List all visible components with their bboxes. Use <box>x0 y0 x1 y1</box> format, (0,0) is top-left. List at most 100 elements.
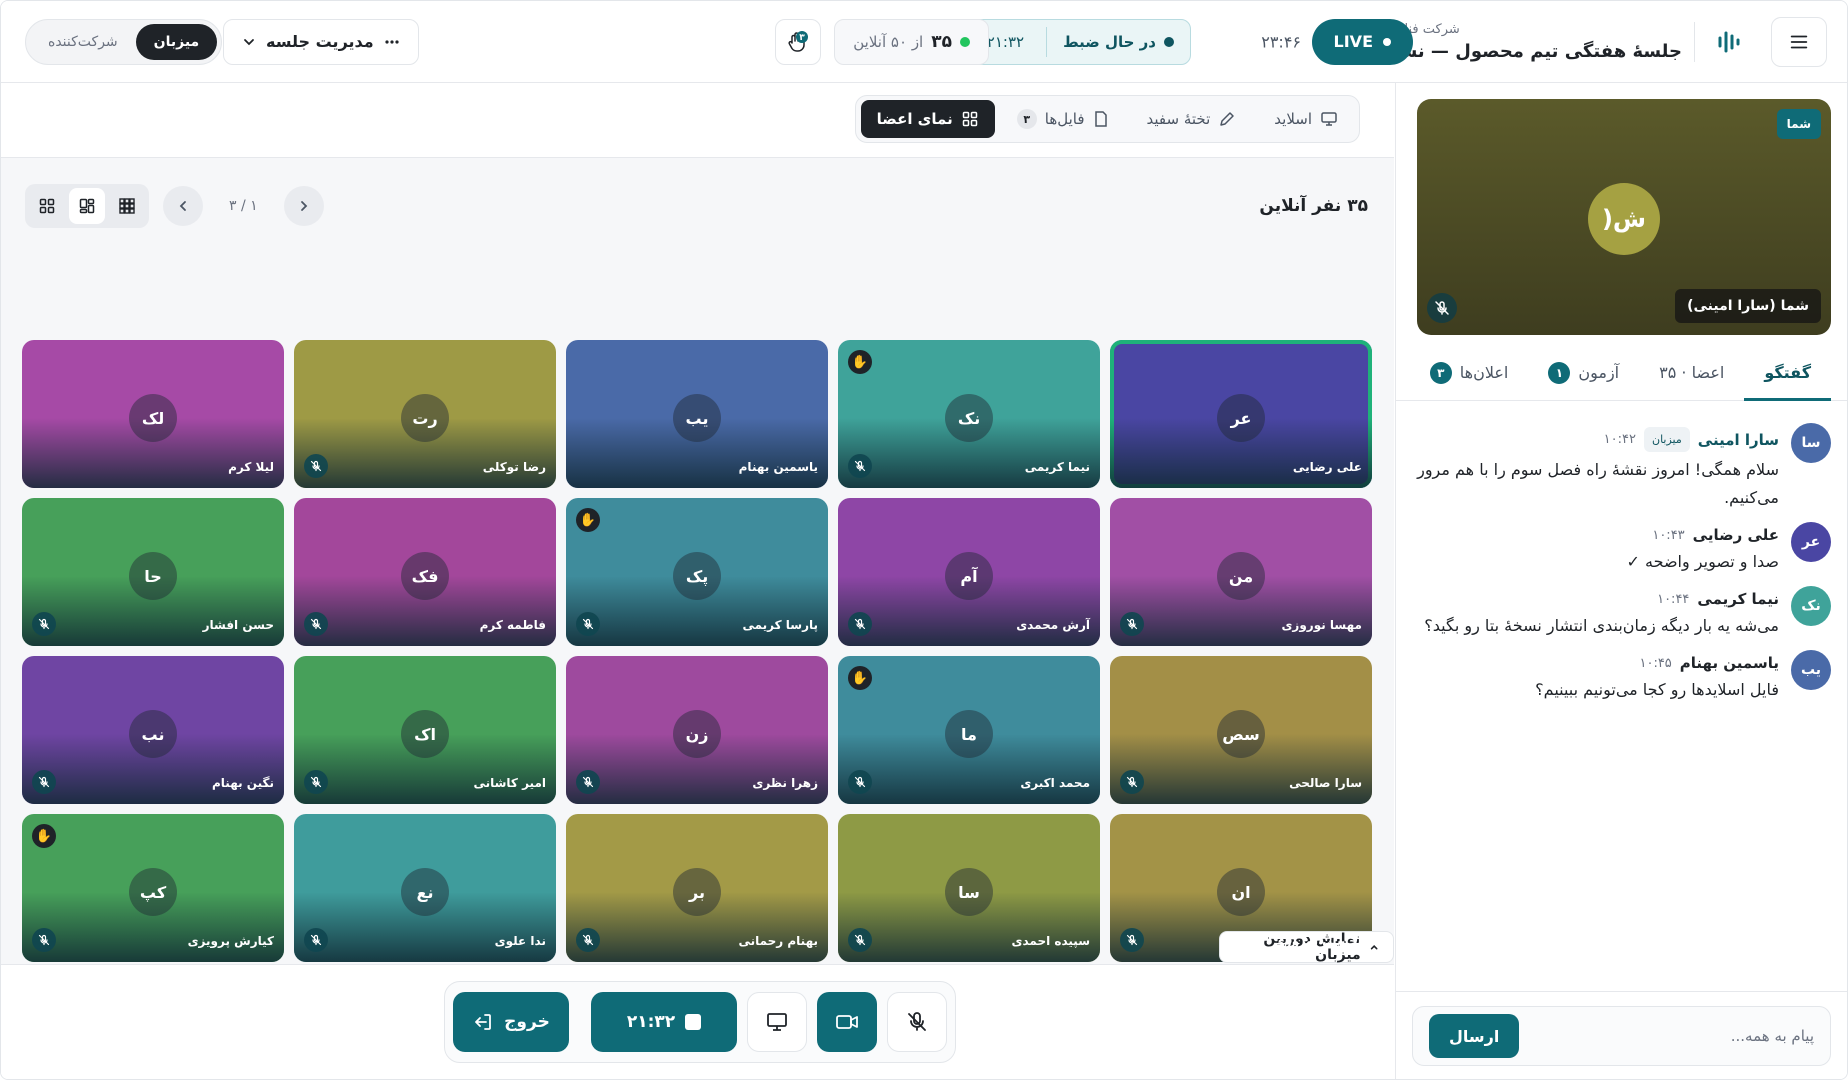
participant-tile[interactable]: نک نیما کریمی ✋ <box>838 340 1100 488</box>
participant-tile[interactable]: من مهسا نوروزی <box>1110 498 1372 646</box>
role-host-option[interactable]: میزبان <box>135 23 218 60</box>
monitor-icon <box>1321 112 1337 126</box>
tab-quiz[interactable]: آزمون ۱ <box>1528 345 1639 400</box>
participant-avatar: ان <box>1217 868 1265 916</box>
participant-tile[interactable]: رت رضا توکلی <box>294 340 556 488</box>
participant-mic-off <box>576 770 600 794</box>
online-suffix: از ۵۰ آنلاین <box>853 32 924 51</box>
tab-whiteboard[interactable]: تختهٔ سفید <box>1131 100 1253 138</box>
video-camera-icon <box>836 1015 858 1029</box>
participant-mic-off <box>576 928 600 952</box>
participant-name: مهسا نوروزی <box>1281 618 1362 632</box>
participant-tile[interactable]: ما محمد اکبری ✋ <box>838 656 1100 804</box>
layout-speaker[interactable] <box>69 188 105 224</box>
mic-off-icon <box>1126 776 1138 788</box>
page-indicator: ۱ / ۳ <box>229 198 258 214</box>
tab-files[interactable]: فایل‌ها ۳ <box>1001 100 1125 138</box>
send-button[interactable]: ارسال <box>1429 1014 1520 1058</box>
session-manage-button[interactable]: مدیریت جلسه <box>223 18 419 65</box>
participant-avatar: نب <box>129 710 177 758</box>
chat-meta: یاسمین بهنام ۱۰:۴۵ <box>1412 654 1779 672</box>
participant-name: حسن افشار <box>202 618 274 632</box>
participant-mic-off <box>304 928 328 952</box>
screen-share-button[interactable] <box>747 992 807 1052</box>
participant-tile[interactable]: نب نگین بهنام <box>22 656 284 804</box>
participant-mic-off <box>848 454 872 478</box>
mic-off-icon <box>1126 618 1138 630</box>
mic-off-icon <box>38 776 50 788</box>
tab-members-view[interactable]: نمای اعضا <box>860 100 995 138</box>
participant-mic-off <box>848 612 872 636</box>
chat-message: نک نیما کریمی ۱۰:۴۴ می‌شه یه بار دیگه زمان‌… <box>1412 586 1831 640</box>
self-name-tag: شما (سارا امینی) <box>1675 289 1821 323</box>
chat-text: می‌شه یه بار دیگه زمان‌بندی انتشار نسخهٔ… <box>1424 616 1779 635</box>
participant-avatar: حا <box>129 552 177 600</box>
participant-tile[interactable]: سا سپیده احمدی <box>838 814 1100 962</box>
participant-name: سپیده احمدی <box>1011 934 1090 948</box>
call-control-bar: خروج ۲۱:۳۲ <box>444 981 956 1063</box>
chat-author: سارا امینی <box>1697 430 1779 449</box>
mic-off-icon <box>582 618 594 630</box>
participant-mic-off <box>32 928 56 952</box>
layout-grid-9[interactable] <box>109 188 145 224</box>
live-badge: LIVE <box>1311 18 1413 65</box>
chevron-down-icon <box>244 38 254 45</box>
chat-meta: نیما کریمی ۱۰:۴۴ <box>1412 590 1779 608</box>
participant-name: پارسا کریمی <box>742 618 818 632</box>
tab-announcements[interactable]: اعلان‌ها ۳ <box>1410 345 1529 400</box>
raised-hand-indicator: ✋ <box>848 350 872 374</box>
participant-grid: عر علی رضایی نک نیما کریمی ✋ یب یاسمین بهنام رت… <box>22 340 1372 962</box>
participant-tile[interactable]: پک پارسا کریمی ✋ <box>566 498 828 646</box>
mic-off-icon <box>310 618 322 630</box>
prev-page-button[interactable] <box>283 186 324 226</box>
menu-button[interactable] <box>1771 16 1827 67</box>
participant-tile[interactable]: فک فاطمه کرم <box>294 498 556 646</box>
participant-tile[interactable]: بر بهنام رحمانی <box>566 814 828 962</box>
chat-avatar: عر <box>1791 522 1831 562</box>
tab-slides[interactable]: اسلاید <box>1258 100 1354 138</box>
online-dot <box>960 36 970 47</box>
chat-message-body: سارا امینی میزبان ۱۰:۴۲ سلام همگی! امروز نق… <box>1412 423 1779 512</box>
participant-tile[interactable]: زن زهرا نظری <box>566 656 828 804</box>
participant-tile[interactable]: نع ندا علوی <box>294 814 556 962</box>
participant-tile[interactable]: کپ کیارش پرویزی ✋ <box>22 814 284 962</box>
participants-stage: ۳۵ نفر آنلاین ۱ / ۳ عر علی رضایی نک نیما… <box>1 157 1394 965</box>
tab-members-label: اعضا · ۳۵ <box>1659 363 1725 382</box>
next-page-button[interactable] <box>163 186 203 226</box>
recording-label: در حال ضبط <box>1063 32 1156 51</box>
self-mic-off-indicator <box>1427 293 1457 323</box>
leave-button[interactable]: خروج <box>453 992 569 1052</box>
participant-name: فاطمه کرم <box>479 618 546 632</box>
raised-hands-button[interactable]: ۳ <box>775 18 821 65</box>
tab-chat[interactable]: گفتگو <box>1744 345 1831 401</box>
stop-recording-button[interactable]: ۲۱:۳۲ <box>591 992 737 1052</box>
participant-tile[interactable]: یب یاسمین بهنام <box>566 340 828 488</box>
participant-mic-off <box>576 612 600 636</box>
participant-tile[interactable]: اک امیر کاشانی <box>294 656 556 804</box>
participant-tile[interactable]: سص سارا صالحی <box>1110 656 1372 804</box>
chat-input[interactable]: پیام به همه... <box>1731 1027 1814 1045</box>
tab-members[interactable]: اعضا · ۳۵ <box>1639 345 1744 400</box>
participant-name: ندا علوی <box>494 934 546 948</box>
chat-message-list: سا سارا امینی میزبان ۱۰:۴۲ سلام همگی! امروز … <box>1396 413 1847 991</box>
participant-tile[interactable]: لک لیلا کرم <box>22 340 284 488</box>
chat-avatar: سا <box>1791 423 1831 463</box>
participant-tile[interactable]: عر علی رضایی <box>1110 340 1372 488</box>
layout-grid-4[interactable] <box>29 188 65 224</box>
participant-tile[interactable]: آم آرش محمدی <box>838 498 1100 646</box>
participant-tile[interactable]: حا حسن افشار <box>22 498 284 646</box>
participant-name: آرش محمدی <box>1016 618 1090 632</box>
session-manage-label: مدیریت جلسه <box>266 32 374 51</box>
recording-status: در حال ضبط ۲۱:۳۲ <box>963 18 1191 65</box>
more-dots-icon <box>385 39 399 44</box>
leave-label: خروج <box>504 1012 550 1032</box>
mic-toggle-button[interactable] <box>887 992 947 1052</box>
camera-toggle-button[interactable] <box>817 992 877 1052</box>
online-title: ۳۵ نفر آنلاین <box>1259 196 1368 216</box>
self-video-tile[interactable]: شما ش( شما (سارا امینی) <box>1417 99 1831 335</box>
role-participant-option[interactable]: شرکت‌کننده <box>30 24 136 60</box>
chat-message: یب یاسمین بهنام ۱۰:۴۵ فایل اسلایدها رو کجا … <box>1412 650 1831 704</box>
chat-author: علی رضایی <box>1692 526 1779 544</box>
participant-avatar: آم <box>945 552 993 600</box>
participant-name: کیارش پرویزی <box>187 934 274 948</box>
